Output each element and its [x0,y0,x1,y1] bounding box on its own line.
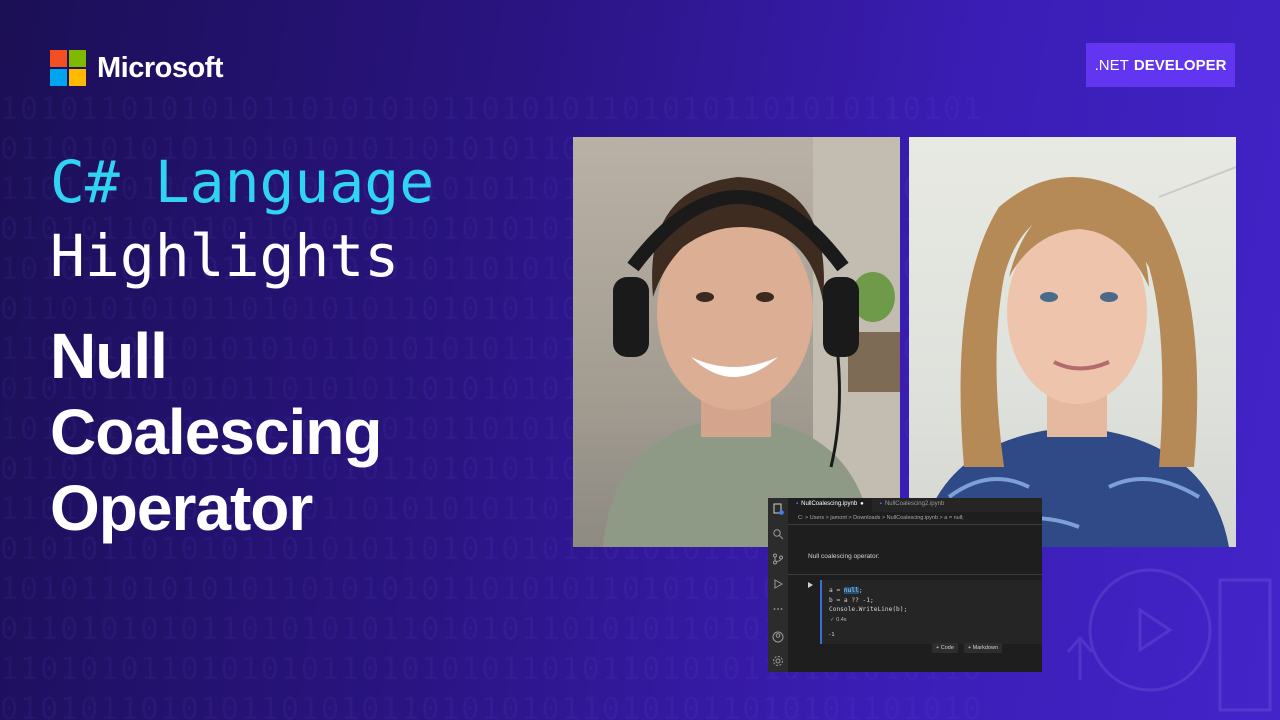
execution-status: ✓ 0.4s [830,617,847,623]
microsoft-logo-icon [50,50,86,86]
account-icon[interactable] [772,631,784,643]
logo-square-yellow [69,69,86,86]
topic-line: Null [50,320,168,392]
markdown-cell-text: Null coalescing operator: [808,553,880,560]
logo-square-blue [50,69,67,86]
episode-topic: Null Coalescing Operator [50,318,382,546]
cell-output: -1 [828,632,835,638]
more-icon[interactable] [772,603,784,615]
code-text: ; [858,587,863,594]
topic-line: Coalescing [50,396,382,468]
notebook-file-icon: ▪ [879,501,882,507]
add-code-button[interactable]: + Code [932,643,958,653]
breadcrumb[interactable]: C: > Users > jamont > Downloads > NullCo… [798,515,964,521]
unsaved-dot-icon: ● [860,501,864,507]
topic-line: Operator [50,472,313,544]
guest-portrait [919,166,1236,547]
host-portrait [603,137,900,547]
code-line: a = null; [829,586,907,596]
code-content[interactable]: a = null; b = a ?? -1; Console.WriteLine… [829,586,907,615]
dotnet-developer-badge: .NET DEVELOPER [1086,43,1235,87]
code-editor-window[interactable]: ▪ NullCoalescing.ipynb ● ▪ NullCoalescin… [768,498,1042,672]
add-markdown-button[interactable]: + Markdown [963,643,1003,653]
activity-bar [768,498,788,672]
brand-name: Microsoft [97,51,224,84]
tab-label: NullCoalescing.ipynb [801,501,858,507]
logo-square-red [50,50,67,67]
files-icon[interactable] [772,503,784,515]
microsoft-logo: Microsoft [50,50,224,86]
divider [788,524,1042,525]
video-feed-guest [909,137,1236,547]
tab-nullcoalescing2[interactable]: ▪ NullCoalescing2.ipynb [872,498,953,512]
run-debug-icon[interactable] [772,578,784,590]
execution-time: 0.4s [836,617,847,623]
video-feed-host [573,137,900,547]
notebook-file-icon: ▪ [796,501,799,507]
run-cell-icon[interactable] [808,582,813,588]
badge-label: DEVELOPER [1133,56,1227,74]
selected-text: null [843,587,859,594]
code-line: Console.WriteLine(b); [829,606,908,613]
code-line: b = a ?? -1; [829,596,874,604]
settings-icon[interactable] [772,655,784,667]
code-text: a = [829,587,844,594]
divider [788,574,1042,575]
badge-prefix: .NET [1094,56,1129,74]
code-cell[interactable]: a = null; b = a ?? -1; Console.WriteLine… [820,580,1042,644]
tab-label: NullCoalescing2.ipynb [884,501,945,507]
checkmark-icon: ✓ [830,617,835,623]
series-title-line2: Highlights [50,222,400,290]
series-title-line1: C# Language [50,148,435,216]
source-control-icon[interactable] [772,553,784,565]
decorative-shapes [1066,568,1272,712]
tab-nullcoalescing[interactable]: ▪ NullCoalescing.ipynb ● [788,498,872,512]
add-cell-buttons: + Code + Markdown [932,643,1003,653]
search-icon[interactable] [772,528,784,540]
editor-tabs: ▪ NullCoalescing.ipynb ● ▪ NullCoalescin… [788,498,1042,512]
logo-square-green [69,50,86,67]
